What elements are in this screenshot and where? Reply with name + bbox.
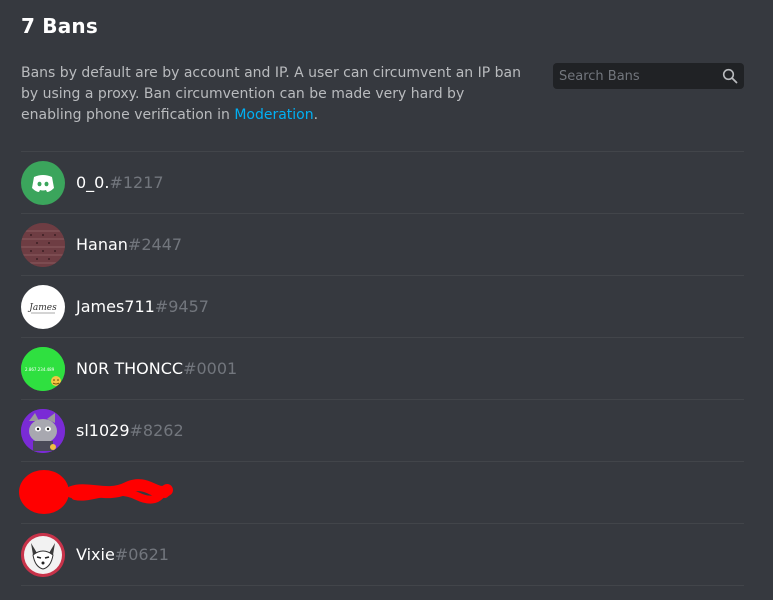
avatar [21,408,65,453]
ban-description: Bans by default are by account and IP. A… [21,63,521,126]
brick-pattern-avatar [21,222,65,267]
avatar: 2.867.234.489 [21,346,65,391]
ban-row[interactable]: James James711 #9457 [21,275,744,337]
avatar [21,222,65,267]
avatar-text: 2.867.234.489 [25,367,55,372]
search-bans-box[interactable] [553,63,744,89]
ban-row[interactable]: Vixie #0621 [21,523,744,586]
ban-username: James711 [76,297,155,316]
ban-username: Vixie [76,545,115,564]
page-title: 7 Bans [21,14,98,38]
ban-row[interactable]: 2.867.234.489 N0R THONCC #0001 [21,337,744,399]
ban-username: Hanan [76,235,128,254]
moderation-link[interactable]: Moderation [234,107,313,123]
ban-username: sl1029 [76,421,130,440]
ban-username: N0R THONCC [76,359,184,378]
discord-logo-icon [32,174,54,192]
search-icon[interactable] [722,68,738,84]
avatar [21,160,65,205]
search-bans-input[interactable] [559,63,719,89]
ban-discriminator: #8262 [129,421,184,440]
purple-character-avatar [21,408,65,453]
ban-discriminator: #2447 [127,235,183,254]
ban-row[interactable]: Hanan #2447 [21,213,744,275]
ban-discriminator: #1217 [109,173,164,192]
green-image-avatar: 2.867.234.489 [21,346,65,391]
ban-row[interactable]: sl1029 #8262 [21,399,744,461]
ban-discriminator: #0621 [114,545,169,564]
fox-character-avatar [21,532,65,577]
ban-username: 0_0. [76,173,110,192]
avatar [21,532,65,577]
avatar-text: James [27,303,57,313]
ban-discriminator: #0001 [183,359,238,378]
ban-discriminator: #9457 [154,297,209,316]
ban-list: 0_0. #1217 Hanan #2447 James James711 #9… [19,151,744,586]
ban-row[interactable]: 0_0. #1217 [21,151,744,213]
ban-row-redacted[interactable] [19,461,744,523]
avatar: James [21,284,65,329]
james-text-logo: James [27,303,57,313]
ban-description-suffix: . [313,107,319,123]
redaction-scribble [19,470,173,514]
